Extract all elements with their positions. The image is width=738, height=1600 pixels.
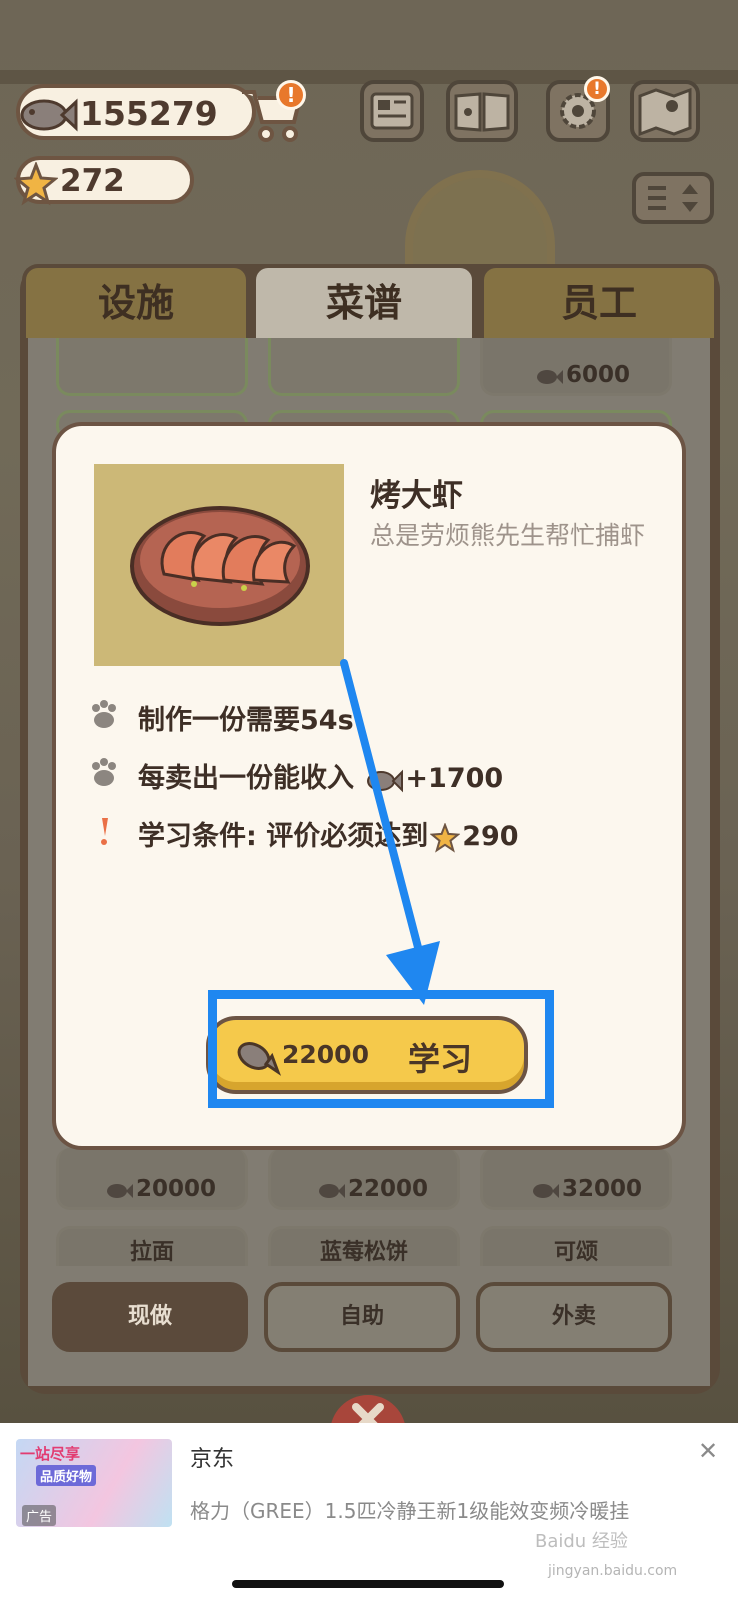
star-value: 272	[60, 163, 125, 199]
newspaper-icon	[370, 92, 414, 130]
tab-staff[interactable]: 员工	[480, 264, 718, 338]
fish-coin-icon	[107, 1184, 133, 1198]
coin-value: 155279	[80, 94, 218, 133]
tutorial-highlight-box	[208, 990, 554, 1108]
star-rating-counter: 272	[14, 156, 194, 206]
dish-title: 烤大虾	[370, 478, 463, 514]
grilled-shrimp-icon	[130, 506, 310, 626]
star-icon	[14, 162, 58, 206]
fish-coin-icon	[537, 370, 563, 384]
map-icon	[638, 87, 692, 137]
tutorial-arrow-icon	[340, 659, 440, 1005]
recipe-price: 20000	[104, 1176, 216, 1202]
fish-coin-icon	[319, 1184, 345, 1198]
cart-alert-badge: !	[276, 80, 306, 110]
dish-image	[94, 464, 344, 666]
map-button[interactable]	[630, 80, 700, 142]
exclamation-icon	[101, 818, 108, 845]
recipe-name: 拉面	[129, 1240, 174, 1265]
fish-coin-icon	[533, 1184, 559, 1198]
paw-book-icon	[454, 92, 510, 132]
ad-tag: 广告	[22, 1505, 57, 1526]
recipe-card[interactable]	[268, 338, 460, 396]
recipe-price: 6000	[534, 362, 630, 388]
watermark-url: jingyan.baidu.com	[548, 1563, 678, 1579]
recipe-price: 22000	[316, 1176, 428, 1202]
fish-coin-icon	[20, 98, 78, 132]
mode-dine-in-button[interactable]: 现做	[52, 1282, 248, 1352]
newspaper-button[interactable]	[360, 80, 424, 142]
make-time-row: 制作一份需要54s	[92, 698, 354, 737]
recipe-name: 蓝莓松饼	[319, 1240, 408, 1265]
sort-icon	[648, 184, 698, 212]
ad-title[interactable]: 京东	[190, 1441, 234, 1473]
ad-close-icon[interactable]: ✕	[698, 1437, 718, 1465]
recipe-name: 可颂	[553, 1240, 598, 1265]
mode-buffet-button[interactable]: 自助	[264, 1282, 460, 1352]
learn-condition-row: 学习条件: 评价必须达到 290	[101, 814, 519, 853]
coin-counter: 155279	[16, 84, 256, 140]
ad-thumbnail[interactable]: 一站尽享 品质好物 广告	[16, 1439, 172, 1527]
ad-banner[interactable]: 一站尽享 品质好物 广告 京东 格力（GREE）1.5匹冷静王新1级能效变频冷暖…	[0, 1423, 738, 1600]
recipe-price: 32000	[530, 1176, 642, 1202]
watermark-brand: Baidu 经验	[535, 1531, 628, 1552]
tab-recipes[interactable]: 菜谱	[252, 264, 476, 338]
ad-description[interactable]: 格力（GREE）1.5匹冷静王新1级能效变频冷暖挂	[190, 1495, 690, 1524]
paw-icon	[92, 700, 116, 728]
home-indicator[interactable]	[232, 1580, 504, 1588]
paw-icon	[92, 758, 116, 786]
sort-button[interactable]	[632, 172, 714, 224]
settings-alert-badge: !	[584, 76, 610, 102]
recipe-book-button[interactable]	[446, 80, 518, 142]
mode-delivery-button[interactable]: 外卖	[476, 1282, 672, 1352]
dish-description: 总是劳烦熊先生帮忙捕虾	[370, 521, 646, 550]
recipe-card[interactable]	[56, 338, 248, 396]
tab-facilities[interactable]: 设施	[22, 264, 250, 338]
